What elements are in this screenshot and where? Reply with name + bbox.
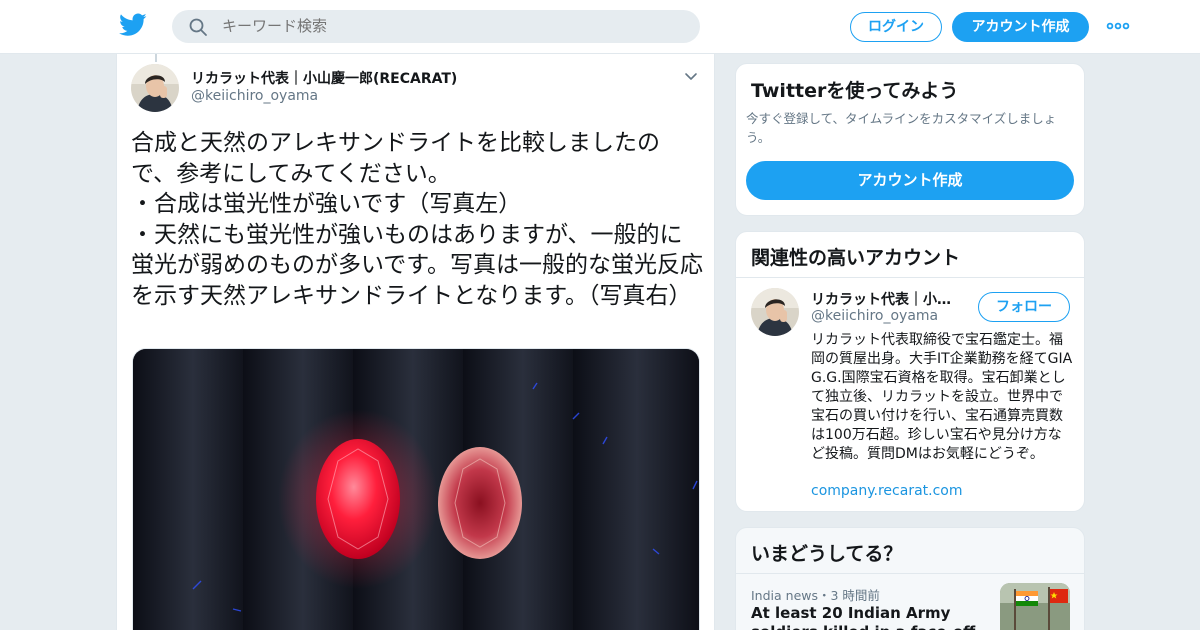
author-handle[interactable]: @keiichiro_oyama — [191, 88, 318, 104]
search-icon — [189, 18, 207, 36]
tweet-detail: リカラット代表｜小山慶一郎(RECARAT) @keiichiro_oyama … — [116, 54, 715, 630]
divider — [736, 277, 1084, 278]
search-box[interactable] — [172, 10, 700, 43]
signup-promo-button[interactable]: アカウント作成 — [746, 161, 1074, 200]
related-account-bio: リカラット代表取締役で宝石鑑定士。福岡の質屋出身。大手IT企業勤務を経てGIA … — [811, 332, 1073, 462]
top-bar: ログイン アカウント作成 — [0, 0, 1200, 54]
trend-meta: India news・3 時間前 — [751, 588, 880, 603]
related-account-link[interactable]: company.recarat.com — [811, 483, 963, 499]
chevron-down-icon[interactable] — [683, 68, 699, 84]
signup-promo-description: 今すぐ登録して、タイムラインをカスタマイズしましょう。 — [746, 111, 1057, 145]
tweet-photo[interactable] — [132, 348, 700, 630]
related-account-avatar[interactable] — [751, 288, 799, 336]
search-input[interactable] — [222, 10, 682, 43]
divider — [736, 573, 1084, 574]
signup-promo-card: Twitterを使ってみよう 今すぐ登録して、タイムラインをカスタマイズしましょ… — [735, 63, 1085, 216]
author-avatar[interactable] — [131, 64, 179, 112]
more-options-icon[interactable] — [1106, 16, 1130, 36]
whats-happening-title: いまどうしてる？ — [751, 543, 903, 565]
signup-button[interactable]: アカウント作成 — [952, 12, 1089, 42]
related-accounts-card: 関連性の高いアカウント リカラット代表｜小… @keiichiro_oyama … — [735, 231, 1085, 512]
related-account-handle[interactable]: @keiichiro_oyama — [811, 308, 938, 324]
related-account-name[interactable]: リカラット代表｜小… — [811, 289, 961, 309]
tweet-text: 合成と天然のアレキサンドライトを比較しましたので、参考にしてみてください。 ・合… — [131, 130, 704, 309]
trend-headline[interactable]: At least 20 Indian Army soldiers killed … — [751, 604, 991, 630]
related-accounts-title: 関連性の高いアカウント — [751, 247, 961, 269]
author-name[interactable]: リカラット代表｜小山慶一郎(RECARAT) — [191, 68, 457, 88]
thread-line — [155, 54, 157, 62]
twitter-logo-icon[interactable] — [119, 13, 147, 37]
whats-happening-card: いまどうしてる？ India news・3 時間前 At least 20 In… — [735, 527, 1085, 630]
signup-promo-title: Twitterを使ってみよう — [751, 80, 959, 102]
login-button[interactable]: ログイン — [850, 12, 942, 42]
trend-thumbnail[interactable] — [1000, 583, 1070, 630]
follow-button[interactable]: フォロー — [978, 292, 1070, 322]
